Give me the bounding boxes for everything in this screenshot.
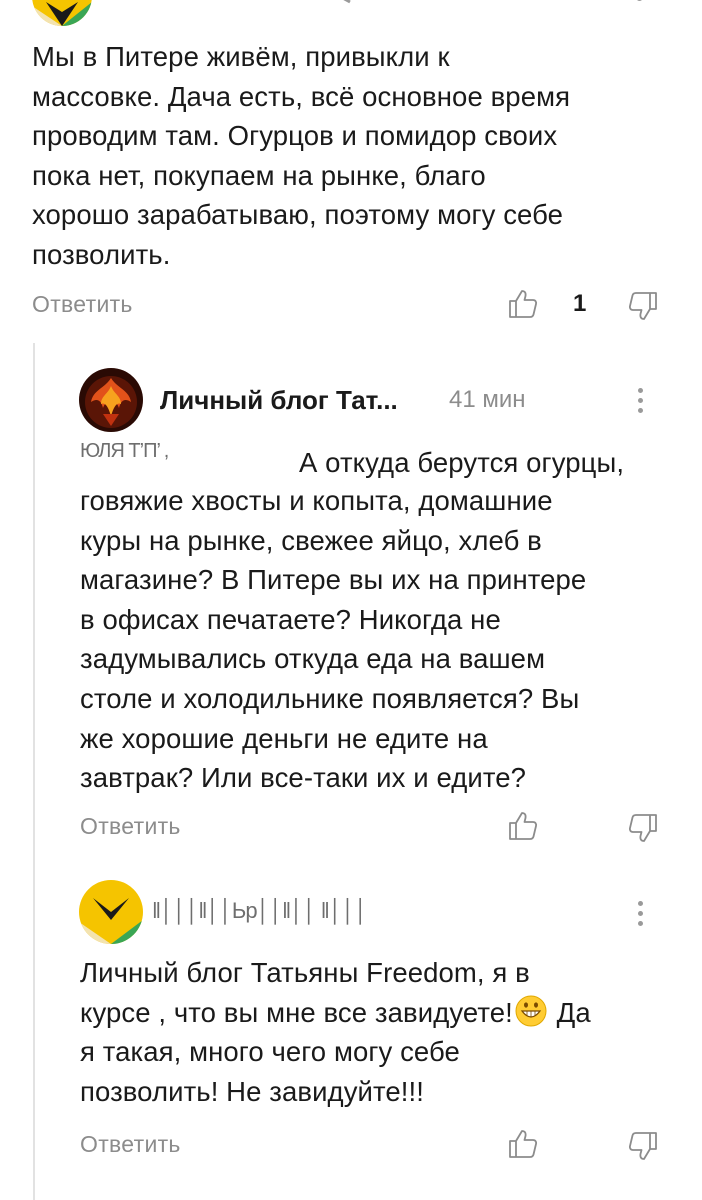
thumb-down-icon[interactable] — [626, 811, 660, 845]
comment-actions: Ответить — [80, 806, 662, 846]
comment-actions: Ответить 1 — [32, 284, 662, 324]
thumb-up-icon[interactable] — [506, 1127, 540, 1161]
timestamp: 41 мин — [449, 386, 526, 413]
comment-text: Личный блог Татьяны Freedom, я в курсе ,… — [80, 953, 680, 1111]
avatar[interactable] — [79, 368, 143, 432]
kebab-menu-icon[interactable] — [630, 895, 650, 931]
thread-line — [33, 343, 35, 1200]
comment-text: Мы в Питере живём, привыкли к массовке. … — [32, 41, 571, 270]
thumb-up-icon[interactable] — [506, 287, 540, 321]
author-name[interactable]: Личный блог Тат... — [160, 382, 398, 418]
reply-button[interactable]: Ответить — [32, 284, 133, 324]
thumb-down-icon[interactable] — [626, 1129, 660, 1163]
reply-button[interactable]: Ответить — [80, 1124, 181, 1164]
edit-icon — [330, 0, 354, 4]
mention-scribble: ЮЛЯ Т’П’ , — [80, 440, 169, 462]
comment-text: говяжие хвосты и копыта, домашние куры н… — [80, 485, 587, 794]
kebab-menu-icon[interactable] — [636, 0, 643, 1]
avatar[interactable] — [79, 880, 143, 944]
grinning-face-icon — [515, 995, 547, 1027]
avatar[interactable] — [32, 0, 92, 26]
comment-text-part1: Личный блог Татьяны Freedom, я в курсе ,… — [80, 957, 530, 1028]
thumb-down-icon[interactable] — [626, 289, 660, 323]
thumb-up-icon[interactable] — [506, 809, 540, 843]
reply-button[interactable]: Ответить — [80, 806, 181, 846]
author-name-scribble[interactable]: ‖│││‖││Ьр││‖││ ‖│││ — [152, 896, 368, 926]
comment-text-first-line: А откуда берутся огурцы, — [299, 447, 625, 478]
like-count: 1 — [573, 290, 587, 317]
kebab-menu-icon[interactable] — [630, 382, 650, 418]
comment-actions: Ответить — [80, 1124, 662, 1164]
